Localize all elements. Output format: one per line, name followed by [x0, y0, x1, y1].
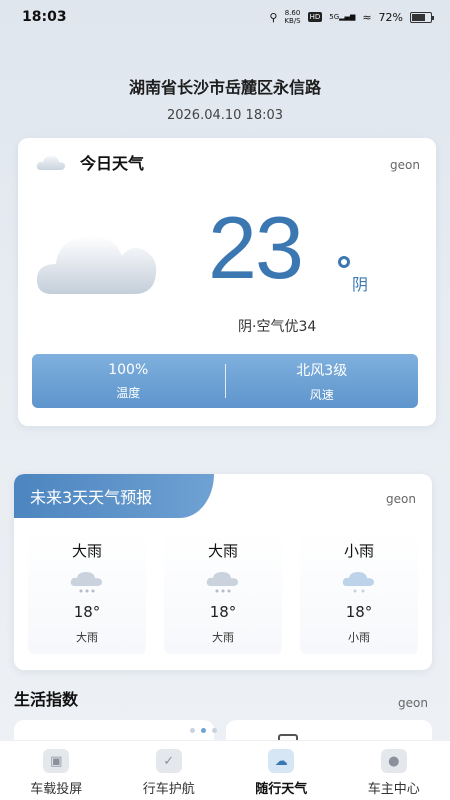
- life-source: geon: [398, 696, 428, 710]
- forecast-day[interactable]: 大雨 18° 大雨: [28, 530, 146, 654]
- nav-item-escort[interactable]: ✓ 行车护航: [113, 741, 226, 800]
- wind-stat: 北风3级 风速: [226, 354, 419, 408]
- hd-icon: HD: [307, 12, 323, 22]
- forecast-days: 大雨 18° 大雨 大雨 18° 大雨 小雨 18° 小雨: [28, 530, 418, 654]
- nav-label: 随行天气: [255, 782, 308, 797]
- battery-icon: [410, 11, 434, 23]
- rain-cloud-icon: [206, 572, 238, 593]
- nav-item-screen-cast[interactable]: ▣ 车载投屏: [0, 741, 113, 800]
- network-type: 5G: [329, 13, 340, 21]
- today-header: 今日天气: [36, 150, 144, 174]
- day-temp: 18°: [73, 603, 101, 621]
- carousel-dot: [212, 728, 217, 733]
- day-weather: 大雨: [71, 542, 102, 560]
- forecast-card[interactable]: 未来3天天气预报 geon 大雨 18° 大雨 大雨 18° 大雨 小雨 18°…: [14, 474, 432, 670]
- humidity-label: 温度: [116, 385, 141, 400]
- day-desc: 小雨: [348, 631, 370, 644]
- nav-item-owner-center[interactable]: ● 车主中心: [338, 741, 450, 800]
- today-title: 今日天气: [80, 154, 145, 173]
- location-icon: ⚲: [269, 10, 278, 24]
- degree-symbol: [338, 256, 350, 268]
- location-title[interactable]: 湖南省长沙市岳麓区永信路: [0, 74, 450, 98]
- carousel-dots: [190, 728, 217, 733]
- carousel-dot-active: [201, 728, 206, 733]
- forecast-title: 未来3天天气预报: [14, 474, 214, 518]
- wind-value: 北风3级: [296, 362, 348, 379]
- nav-label: 车主中心: [367, 782, 420, 797]
- wifi-icon: ≈: [362, 10, 372, 24]
- car-icon: ▣: [43, 749, 70, 773]
- user-icon: ●: [380, 749, 407, 773]
- light-rain-cloud-icon: [342, 572, 374, 593]
- weather-stats-bar: 100% 温度 北风3级 风速: [32, 354, 418, 408]
- network-speed: 8.60 KB/S: [284, 9, 300, 25]
- big-cloud-icon: [36, 235, 157, 294]
- wind-label: 风速: [309, 387, 334, 402]
- cloud-icon: [36, 156, 65, 170]
- day-desc: 大雨: [212, 631, 234, 644]
- shield-icon: ✓: [155, 749, 182, 773]
- status-bar: 18:03 ⚲ 8.60 KB/S HD 5G▂▄▆ ≈ 72%: [0, 0, 450, 34]
- carousel-dot: [190, 728, 195, 733]
- life-index-title: 生活指数: [14, 690, 79, 709]
- day-weather: 大雨: [207, 542, 238, 560]
- cloud-icon: ☁: [268, 749, 295, 773]
- status-time: 18:03: [22, 9, 67, 25]
- speed-value: 8.60: [284, 9, 301, 17]
- nav-item-weather[interactable]: ☁ 随行天气: [225, 741, 338, 800]
- speed-unit: KB/S: [284, 17, 301, 25]
- nav-label: 车载投屏: [30, 782, 83, 797]
- humidity-stat: 100% 温度: [32, 354, 225, 408]
- air-quality: 阴·空气优34: [238, 319, 317, 335]
- bottom-nav: ▣ 车载投屏 ✓ 行车护航 ☁ 随行天气 ● 车主中心: [0, 740, 450, 800]
- day-temp: 18°: [345, 603, 373, 621]
- forecast-day[interactable]: 小雨 18° 小雨: [300, 530, 418, 654]
- source-label: geon: [390, 158, 420, 172]
- battery-fill: [412, 13, 425, 21]
- forecast-source: geon: [386, 492, 416, 506]
- forecast-day[interactable]: 大雨 18° 大雨: [164, 530, 282, 654]
- day-weather: 小雨: [343, 542, 374, 560]
- signal-icon: 5G▂▄▆: [329, 13, 356, 21]
- rain-cloud-icon: [70, 572, 102, 593]
- humidity-value: 100%: [108, 361, 149, 378]
- nav-label: 行车护航: [142, 782, 195, 797]
- today-weather-card[interactable]: 今日天气 geon 23 阴 阴·空气优34 100% 温度 北风3级 风速: [18, 138, 436, 426]
- battery-percent: 72%: [378, 10, 403, 24]
- day-desc: 大雨: [76, 631, 98, 644]
- day-temp: 18°: [209, 603, 237, 621]
- condition: 阴: [352, 275, 369, 294]
- status-icons: ⚲ 8.60 KB/S HD 5G▂▄▆ ≈ 72%: [269, 9, 434, 25]
- datetime: 2026.04.10 18:03: [166, 108, 284, 123]
- temperature: 23: [208, 198, 304, 297]
